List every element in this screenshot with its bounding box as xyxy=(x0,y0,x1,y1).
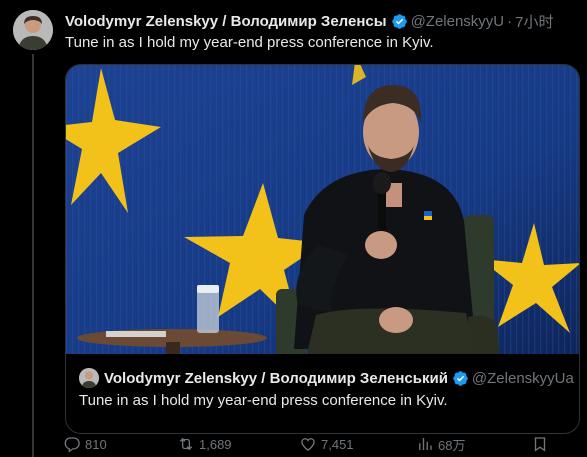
repost-icon xyxy=(179,437,193,451)
avatar-image xyxy=(13,10,53,50)
quote-avatar-image xyxy=(79,368,99,388)
reply-count: 810 xyxy=(85,436,107,452)
tweet-header: Volodymyr Zelenskyy / Володимир Зеленсы … xyxy=(65,11,554,31)
separator-dot: · xyxy=(507,12,513,30)
like-count: 7,451 xyxy=(321,436,354,452)
post-time[interactable]: 7小时 xyxy=(515,11,553,32)
like-button[interactable]: 7,451 xyxy=(299,433,354,455)
quote-header: Volodymyr Zelenskyy / Володимир Зеленськ… xyxy=(79,368,574,388)
reply-icon xyxy=(64,437,80,453)
author-name[interactable]: Volodymyr Zelenskyy / Володимир Зеленсы xyxy=(65,13,387,30)
repost-button[interactable]: 1,689 xyxy=(177,433,232,455)
quote-author-handle[interactable]: @ZelenskyyUa xyxy=(472,370,574,387)
author-avatar[interactable] xyxy=(13,10,53,50)
bookmark-icon xyxy=(534,437,546,452)
bookmark-button[interactable] xyxy=(531,433,553,455)
verified-badge-icon[interactable] xyxy=(391,13,408,30)
action-bar: 810 1,689 7,451 68万 xyxy=(63,433,587,457)
like-icon xyxy=(301,438,315,451)
views-button[interactable]: 68万 xyxy=(416,433,465,455)
verified-badge-icon[interactable] xyxy=(452,370,469,387)
quote-author-avatar[interactable] xyxy=(79,368,99,388)
thread-line xyxy=(32,54,34,457)
reply-button[interactable]: 810 xyxy=(63,433,107,455)
quoted-tweet-card[interactable]: Volodymyr Zelenskyy / Володимир Зеленськ… xyxy=(65,64,580,434)
quote-text: Tune in as I hold my year-end press conf… xyxy=(79,392,448,409)
author-handle[interactable]: @ZelenskyyU xyxy=(411,13,505,30)
views-icon xyxy=(419,438,432,450)
views-count: 68万 xyxy=(438,437,466,453)
tweet-text: Tune in as I hold my year-end press conf… xyxy=(65,34,434,51)
repost-count: 1,689 xyxy=(199,436,232,452)
quote-author-name[interactable]: Volodymyr Zelenskyy / Володимир Зеленськ… xyxy=(104,370,448,387)
press-conference-photo[interactable] xyxy=(66,65,580,354)
